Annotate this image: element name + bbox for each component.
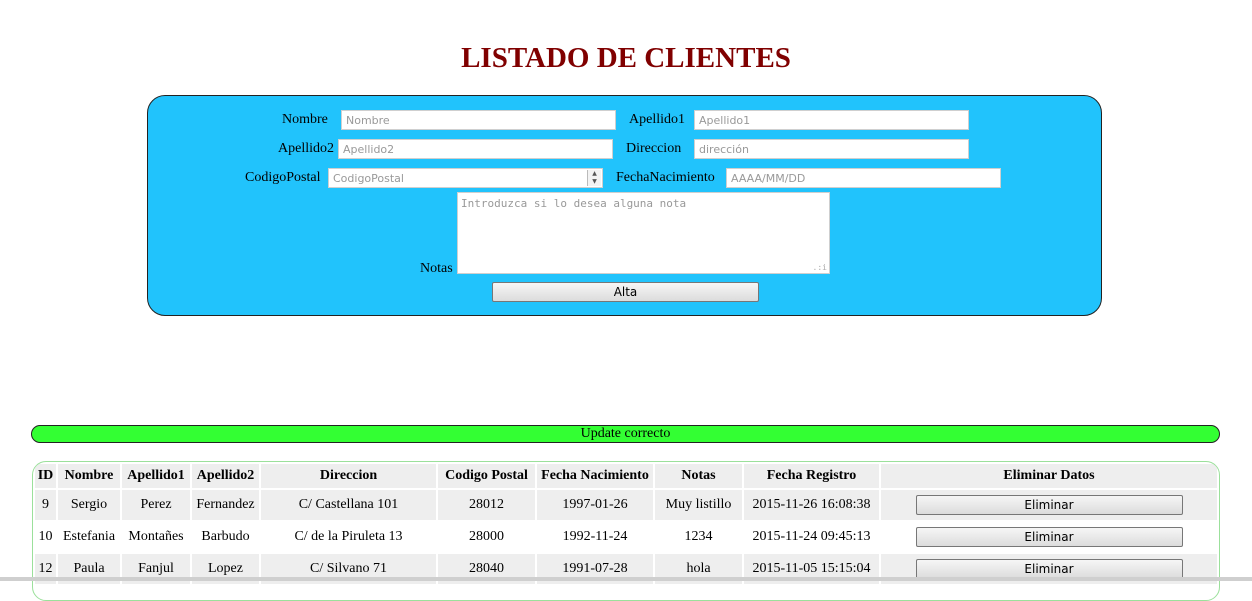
direccion-input[interactable]: dirección xyxy=(694,139,969,159)
cell-direccion: C/ de la Piruleta 13 xyxy=(261,522,436,552)
header-notas: Notas xyxy=(655,464,742,488)
table-row: 10 Estefania Montañes Barbudo C/ de la P… xyxy=(35,522,1217,552)
cell-notas: 1234 xyxy=(655,522,742,552)
header-fecha-registro: Fecha Registro xyxy=(744,464,879,488)
stepper-up-icon[interactable]: ▲ xyxy=(588,170,601,178)
cell-nombre: Sergio xyxy=(58,490,120,520)
cell-fecha-nacimiento: 1997-01-26 xyxy=(537,490,653,520)
header-codigo-postal: Codigo Postal xyxy=(438,464,535,488)
cell-codigo-postal: 28012 xyxy=(438,490,535,520)
header-apellido2: Apellido2 xyxy=(192,464,259,488)
cell-apellido1: Montañes xyxy=(122,522,190,552)
cell-nombre: Estefania xyxy=(58,522,120,552)
cell-apellido2: Fernandez xyxy=(192,490,259,520)
direccion-label: Direccion xyxy=(626,141,682,156)
codigo-postal-input[interactable]: CodigoPostal ▲ ▼ xyxy=(328,168,603,188)
fecha-nacimiento-label: FechaNacimiento xyxy=(616,170,715,185)
table-row: 9 Sergio Perez Fernandez C/ Castellana 1… xyxy=(35,490,1217,520)
header-id: ID xyxy=(35,464,56,488)
cell-direccion: C/ Castellana 101 xyxy=(261,490,436,520)
header-direccion: Direccion xyxy=(261,464,436,488)
resize-grip-icon[interactable]: .:i xyxy=(813,263,827,272)
eliminar-button[interactable]: Eliminar xyxy=(915,527,1183,547)
header-apellido1: Apellido1 xyxy=(122,464,190,488)
cell-eliminar: Eliminar xyxy=(881,522,1217,552)
cell-codigo-postal: 28000 xyxy=(438,522,535,552)
cell-eliminar: Eliminar xyxy=(881,490,1217,520)
stepper-down-icon[interactable]: ▼ xyxy=(588,178,601,186)
header-nombre: Nombre xyxy=(58,464,120,488)
apellido1-input[interactable]: Apellido1 xyxy=(694,110,969,130)
cell-id: 9 xyxy=(35,490,56,520)
horizontal-scrollbar[interactable] xyxy=(0,577,1252,581)
notas-placeholder: Introduzca si lo desea alguna nota xyxy=(461,197,687,210)
cell-fecha-registro: 2015-11-26 16:08:38 xyxy=(744,490,879,520)
cell-fecha-nacimiento: 1992-11-24 xyxy=(537,522,653,552)
fecha-nacimiento-input[interactable]: AAAA/MM/DD xyxy=(726,168,1001,188)
apellido1-label: Apellido1 xyxy=(629,112,685,127)
notas-label: Notas xyxy=(420,261,453,276)
eliminar-button[interactable]: Eliminar xyxy=(915,559,1183,579)
apellido2-input[interactable]: Apellido2 xyxy=(338,139,613,159)
eliminar-button[interactable]: Eliminar xyxy=(915,495,1183,515)
alta-button[interactable]: Alta xyxy=(492,282,759,302)
cell-apellido1: Perez xyxy=(122,490,190,520)
status-message: Update correcto xyxy=(31,425,1220,443)
page-title: LISTADO DE CLIENTES xyxy=(461,42,791,74)
cell-notas: Muy listillo xyxy=(655,490,742,520)
codigo-postal-placeholder: CodigoPostal xyxy=(333,172,404,185)
header-eliminar-datos: Eliminar Datos xyxy=(881,464,1217,488)
notas-textarea[interactable]: Introduzca si lo desea alguna nota .:i xyxy=(457,192,830,274)
apellido2-label: Apellido2 xyxy=(278,141,334,156)
clients-table: ID Nombre Apellido1 Apellido2 Direccion … xyxy=(33,462,1219,586)
codigo-postal-label: CodigoPostal xyxy=(245,170,321,185)
nombre-input[interactable]: Nombre xyxy=(341,110,616,130)
client-form-panel: Nombre Nombre Apellido1 Apellido1 Apelli… xyxy=(147,95,1102,316)
cell-apellido2: Barbudo xyxy=(192,522,259,552)
number-stepper[interactable]: ▲ ▼ xyxy=(587,170,601,186)
table-header-row: ID Nombre Apellido1 Apellido2 Direccion … xyxy=(35,464,1217,488)
header-fecha-nacimiento: Fecha Nacimiento xyxy=(537,464,653,488)
cell-fecha-registro: 2015-11-24 09:45:13 xyxy=(744,522,879,552)
nombre-label: Nombre xyxy=(282,112,328,127)
cell-id: 10 xyxy=(35,522,56,552)
